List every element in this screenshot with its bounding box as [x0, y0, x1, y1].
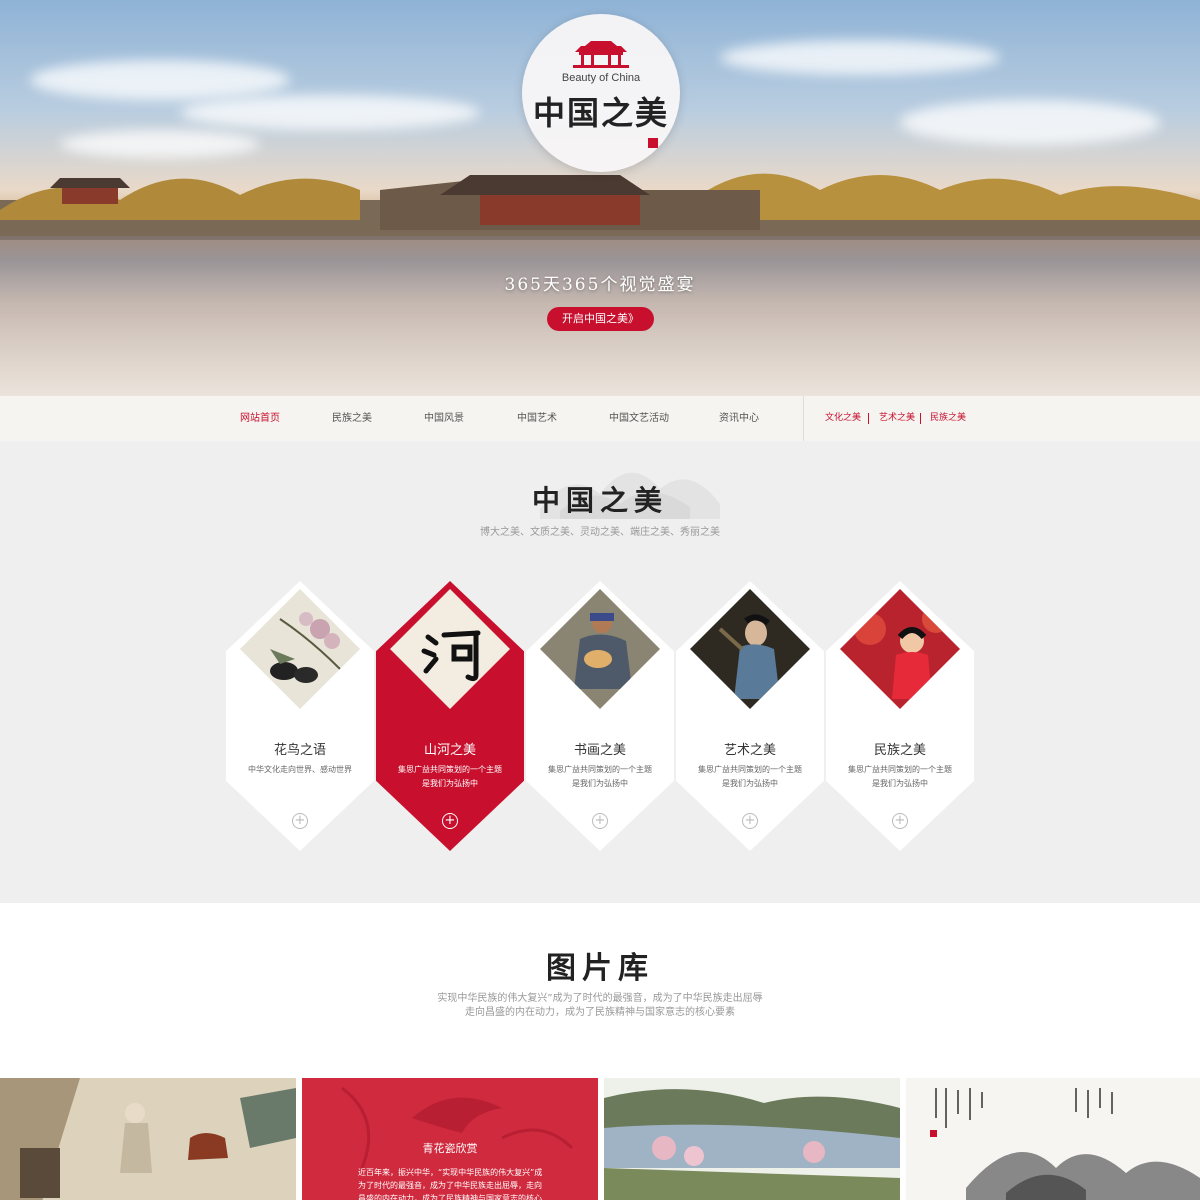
gallery-tile-calligraphy[interactable]: [906, 1078, 1200, 1200]
site-logo[interactable]: Beauty of China 中国之美: [522, 14, 680, 172]
plus-circle-icon[interactable]: +: [592, 813, 608, 829]
cloud: [30, 60, 290, 100]
nav-item-news[interactable]: 资讯中心: [719, 396, 759, 441]
cloud: [180, 95, 480, 130]
section-title: 中国之美: [531, 484, 668, 517]
gallery-section: 图片库 实现中华民族的伟大复兴”成为了时代的最强音，成为了中华民族走出屈辱 走向…: [0, 903, 1200, 1200]
palace-icon: [573, 41, 629, 68]
gallery-tile-ancient-painting[interactable]: [0, 1078, 296, 1200]
start-button[interactable]: 开启中国之美》: [547, 307, 654, 331]
cloud: [900, 100, 1160, 145]
nav-item-ethnic-beauty[interactable]: 民族之美: [332, 396, 372, 441]
card-description: 集思广益共同策划的一个主题 是我们为弘扬中: [548, 765, 652, 788]
theme-card[interactable]: 民族之美 集思广益共同策划的一个主题 是我们为弘扬中 +: [826, 581, 974, 851]
card-label: 书画之美: [573, 743, 626, 758]
theme-card[interactable]: 艺术之美 集思广益共同策划的一个主题 是我们为弘扬中 +: [676, 581, 824, 851]
ancient-mural-image: [0, 1078, 296, 1200]
cloud: [720, 40, 1000, 75]
card-description: 中华文化走向世界、感动世界: [248, 765, 352, 774]
plus-circle-icon[interactable]: +: [292, 813, 308, 829]
sub-link-separator: [868, 413, 869, 424]
plus-circle-icon[interactable]: +: [742, 813, 758, 829]
sub-link-separator: [920, 413, 921, 424]
logo-english-text: Beauty of China: [561, 72, 641, 84]
section-subtitle: 博大之美、文质之美、灵动之美、端庄之美、秀丽之美: [480, 527, 720, 538]
sub-link-art[interactable]: 艺术之美: [879, 396, 915, 441]
gallery-subtitle-line1: 实现中华民族的伟大复兴”成为了时代的最强音，成为了中华民族走出屈辱: [437, 993, 763, 1004]
theme-card-active[interactable]: 山河之美 集思广益共同策划的一个主题 是我们为弘扬中 +: [376, 581, 524, 851]
card-label: 花鸟之语: [273, 743, 326, 758]
ink-mountain-calligraphy-image: [906, 1078, 1200, 1200]
beauty-section: 中国之美 博大之美、文质之美、灵动之美、端庄之美、秀丽之美 花鸟之语 中华文化走…: [0, 441, 1200, 903]
main-nav: 网站首页 民族之美 中国风景 中国艺术 中国文艺活动 资讯中心 文化之美 艺术之…: [0, 396, 1200, 441]
nav-item-home[interactable]: 网站首页: [240, 396, 280, 441]
hero-banner: Beauty of China 中国之美 365天365个视觉盛宴 开启中国之美…: [0, 0, 1200, 396]
card-label: 山河之美: [423, 743, 476, 758]
plus-circle-icon[interactable]: +: [442, 813, 458, 829]
gallery-title: 图片库: [546, 951, 654, 986]
theme-card[interactable]: 书画之美 集思广益共同策划的一个主题 是我们为弘扬中 +: [526, 581, 674, 851]
card-description: 集思广益共同策划的一个主题 是我们为弘扬中: [698, 765, 802, 788]
plus-circle-icon[interactable]: +: [892, 813, 908, 829]
sub-link-culture[interactable]: 文化之美: [825, 396, 861, 441]
seal-stamp-icon: [648, 138, 658, 148]
featured-description: 近百年来，振兴中华，“实现中华民族的伟大复兴”成为了时代的最强音，成为了中华民族…: [358, 1168, 543, 1200]
logo-calligraphy-text: 中国之美: [532, 94, 669, 132]
card-label: 民族之美: [873, 743, 926, 758]
landscape-painting-image: [604, 1078, 900, 1200]
hero-slogan: 365天365个视觉盛宴: [504, 275, 696, 295]
card-label: 艺术之美: [723, 743, 776, 758]
nav-divider: [803, 396, 804, 441]
nav-item-events[interactable]: 中国文艺活动: [609, 396, 669, 441]
gallery-subtitle-line2: 走向昌盛的内在动力，成为了民族精神与国家意志的核心要素: [465, 1007, 735, 1018]
nav-item-scenery[interactable]: 中国风景: [424, 396, 464, 441]
gallery-tile-featured[interactable]: 青花瓷欣赏 近百年来，振兴中华，“实现中华民族的伟大复兴”成为了时代的最强音，成…: [302, 1078, 598, 1200]
nav-item-art[interactable]: 中国艺术: [517, 396, 557, 441]
sub-link-ethnic[interactable]: 民族之美: [930, 396, 966, 441]
card-description: 集思广益共同策划的一个主题 是我们为弘扬中: [848, 765, 952, 788]
theme-card[interactable]: 花鸟之语 中华文化走向世界、感动世界 +: [226, 581, 374, 851]
gallery-tile-landscape[interactable]: [604, 1078, 900, 1200]
card-description: 集思广益共同策划的一个主题 是我们为弘扬中: [398, 765, 502, 788]
featured-title: 青花瓷欣赏: [422, 1142, 478, 1155]
